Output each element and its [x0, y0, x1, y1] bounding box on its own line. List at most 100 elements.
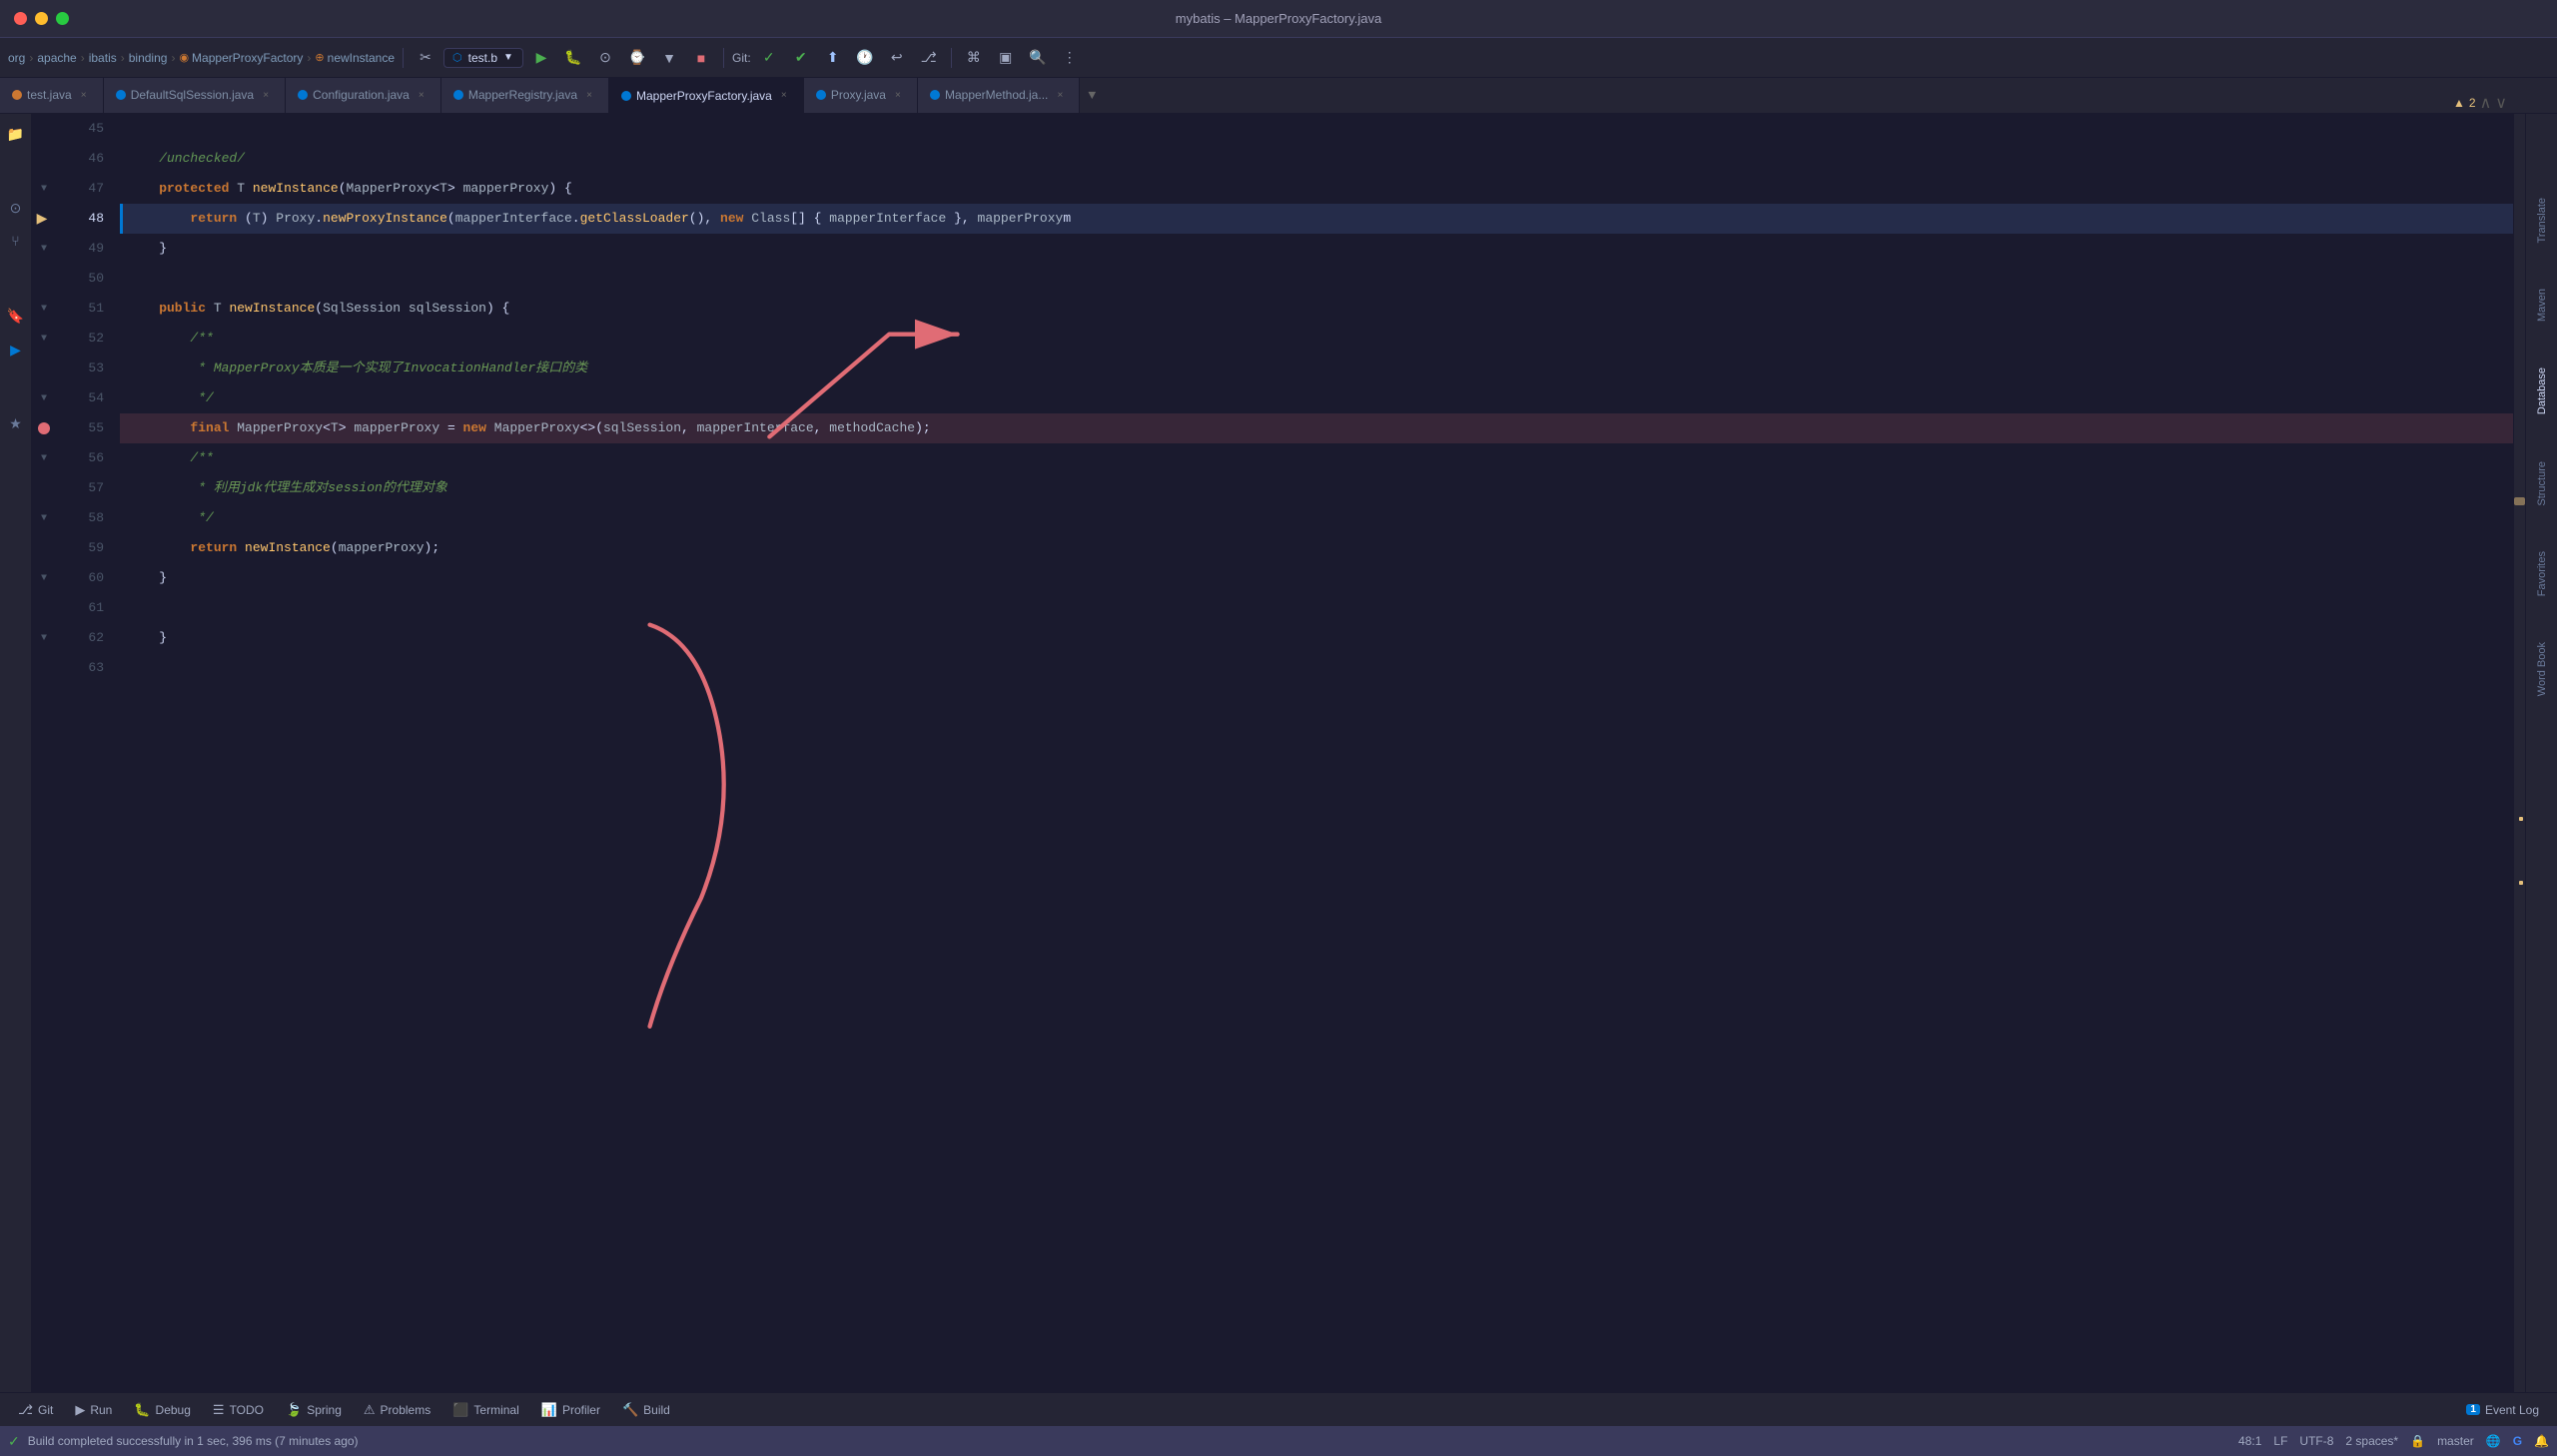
fold-56[interactable]: ▼	[41, 453, 47, 464]
run-tool-btn[interactable]: ▶ Run	[65, 1398, 122, 1422]
sidebar-commit-icon[interactable]: ⊙	[3, 196, 29, 222]
tabs-more-button[interactable]: ▼	[1080, 78, 1104, 113]
sidebar-wordbook[interactable]: Word Book	[2536, 638, 2548, 700]
tab-proxy[interactable]: Proxy.java ×	[804, 78, 918, 113]
fold-54[interactable]: ▼	[41, 393, 47, 404]
breadcrumb-binding[interactable]: binding	[129, 51, 168, 65]
tab-test-java[interactable]: test.java ×	[0, 78, 104, 113]
sidebar-structure[interactable]: Structure	[2536, 457, 2548, 510]
tab-mapperregistry[interactable]: MapperRegistry.java ×	[441, 78, 609, 113]
fold-51[interactable]: ▼	[41, 304, 47, 315]
fold-49[interactable]: ▼	[41, 244, 47, 255]
branch-name[interactable]: master	[2437, 1434, 2474, 1448]
layout-btn[interactable]: ▣	[992, 44, 1020, 72]
spring-tool-btn[interactable]: 🍃 Spring	[276, 1398, 352, 1422]
git-checkmark[interactable]: ✓	[755, 44, 783, 72]
scissors-icon[interactable]: ✂	[412, 44, 439, 72]
indent[interactable]: 2 spaces*	[2345, 1434, 2398, 1448]
fold-58[interactable]: ▼	[41, 513, 47, 524]
tab-close[interactable]: ×	[777, 89, 791, 103]
sidebar-database[interactable]: Database	[2536, 364, 2548, 418]
sidebar-project-icon[interactable]: 📁	[3, 122, 29, 148]
tab-configuration[interactable]: Configuration.java ×	[286, 78, 441, 113]
tabs-bar: test.java × DefaultSqlSession.java × Con…	[0, 78, 2557, 114]
network-icon: 🌐	[2486, 1434, 2501, 1448]
settings-btn[interactable]: ⋮	[1056, 44, 1084, 72]
ln-63: 63	[56, 653, 104, 683]
scroll-thumb[interactable]	[2514, 497, 2525, 505]
tab-close[interactable]: ×	[415, 88, 428, 102]
tab-dot	[298, 90, 308, 100]
profile-button[interactable]: ⌚	[623, 44, 651, 72]
encoding[interactable]: UTF-8	[2299, 1434, 2333, 1448]
tab-defaultsqlsession[interactable]: DefaultSqlSession.java ×	[104, 78, 286, 113]
cursor-position[interactable]: 48:1	[2238, 1434, 2261, 1448]
problems-tool-btn[interactable]: ⚠ Problems	[354, 1398, 440, 1422]
terminal-tool-btn[interactable]: ⬛ Terminal	[442, 1398, 529, 1422]
profiler-tool-btn[interactable]: 📊 Profiler	[531, 1398, 610, 1422]
git-tool-btn[interactable]: ⎇ Git	[8, 1398, 63, 1422]
run-config-selector[interactable]: ⬡ test.b ▼	[443, 48, 523, 68]
coverage-button[interactable]: ⊙	[591, 44, 619, 72]
line-separator[interactable]: LF	[2273, 1434, 2287, 1448]
breadcrumb-org[interactable]: org	[8, 51, 25, 65]
code-line-51: public T newInstance ( SqlSession sqlSes…	[120, 294, 2513, 324]
run-config-icon: ⬡	[452, 51, 462, 64]
breakpoint-55[interactable]	[38, 422, 50, 434]
ln-58: 58	[56, 503, 104, 533]
stop-button[interactable]: ■	[687, 44, 715, 72]
tab-mapperproxyfactory[interactable]: MapperProxyFactory.java ×	[609, 78, 804, 113]
search-btn[interactable]: 🔍	[1024, 44, 1052, 72]
git-history[interactable]: 🕐	[851, 44, 879, 72]
fold-47[interactable]: ▼	[41, 184, 47, 195]
tab-close[interactable]: ×	[1053, 88, 1067, 102]
code-content: /unchecked/ protected T newInstance ( Ma…	[120, 114, 2513, 1392]
minimize-button[interactable]	[35, 12, 48, 25]
git-push[interactable]: ⬆	[819, 44, 847, 72]
tab-close[interactable]: ×	[891, 88, 905, 102]
traffic-lights	[14, 12, 69, 25]
fold-60[interactable]: ▼	[41, 573, 47, 584]
debug-button[interactable]: 🐛	[559, 44, 587, 72]
debug-tool-btn[interactable]: 🐛 Debug	[124, 1398, 201, 1422]
run-button[interactable]: ▶	[527, 44, 555, 72]
todo-tool-btn[interactable]: ☰ TODO	[203, 1398, 274, 1422]
sidebar-run-debug-icon[interactable]: ▶	[3, 338, 29, 364]
translate-btn[interactable]: ⌘	[960, 44, 988, 72]
tab-mappermethod[interactable]: MapperMethod.ja... ×	[918, 78, 1080, 113]
build-tool-btn[interactable]: 🔨 Build	[612, 1398, 680, 1422]
ln-50: 50	[56, 264, 104, 294]
dropdown-run-button[interactable]: ▼	[655, 44, 683, 72]
breadcrumb-apache[interactable]: apache	[37, 51, 76, 65]
git-branch[interactable]: ⎇	[915, 44, 943, 72]
git-check2[interactable]: ✔	[787, 44, 815, 72]
event-log-btn[interactable]: 1 Event Log	[2456, 1399, 2549, 1421]
sidebar-pull-requests-icon[interactable]: ⑂	[3, 230, 29, 256]
fold-52[interactable]: ▼	[41, 334, 47, 345]
tab-close[interactable]: ×	[582, 88, 596, 102]
git-rollback[interactable]: ↩	[883, 44, 911, 72]
tab-close[interactable]: ×	[259, 88, 273, 102]
sidebar-translate[interactable]: Translate	[2536, 194, 2548, 247]
fold-62[interactable]: ▼	[41, 633, 47, 644]
sidebar-maven[interactable]: Maven	[2536, 285, 2548, 326]
sidebar-favorites-icon[interactable]: ★	[3, 411, 29, 437]
breadcrumb-class[interactable]: ◉ MapperProxyFactory	[179, 51, 303, 65]
gutter-58: ▼	[32, 503, 56, 533]
close-button[interactable]	[14, 12, 27, 25]
notification-icon: 🔔	[2534, 1434, 2549, 1448]
titlebar: mybatis – MapperProxyFactory.java	[0, 0, 2557, 38]
maximize-button[interactable]	[56, 12, 69, 25]
sidebar-bookmarks-icon[interactable]: 🔖	[3, 304, 29, 330]
tab-close[interactable]: ×	[77, 88, 91, 102]
breadcrumb-ibatis[interactable]: ibatis	[89, 51, 117, 65]
expand-btn[interactable]: ∨	[2495, 93, 2507, 113]
collapse-btn[interactable]: ∧	[2480, 93, 2492, 113]
statusbar: ✓ Build completed successfully in 1 sec,…	[0, 1426, 2557, 1456]
vertical-scrollbar[interactable]	[2513, 114, 2525, 1392]
spring-btn-label: Spring	[307, 1403, 342, 1417]
code-line-57: * 利用jdk代理生成对session的代理对象	[120, 473, 2513, 503]
sidebar-favorites[interactable]: Favorites	[2536, 547, 2548, 600]
event-log-label: Event Log	[2485, 1403, 2539, 1417]
breadcrumb-method[interactable]: ⊕ newInstance	[315, 51, 395, 65]
